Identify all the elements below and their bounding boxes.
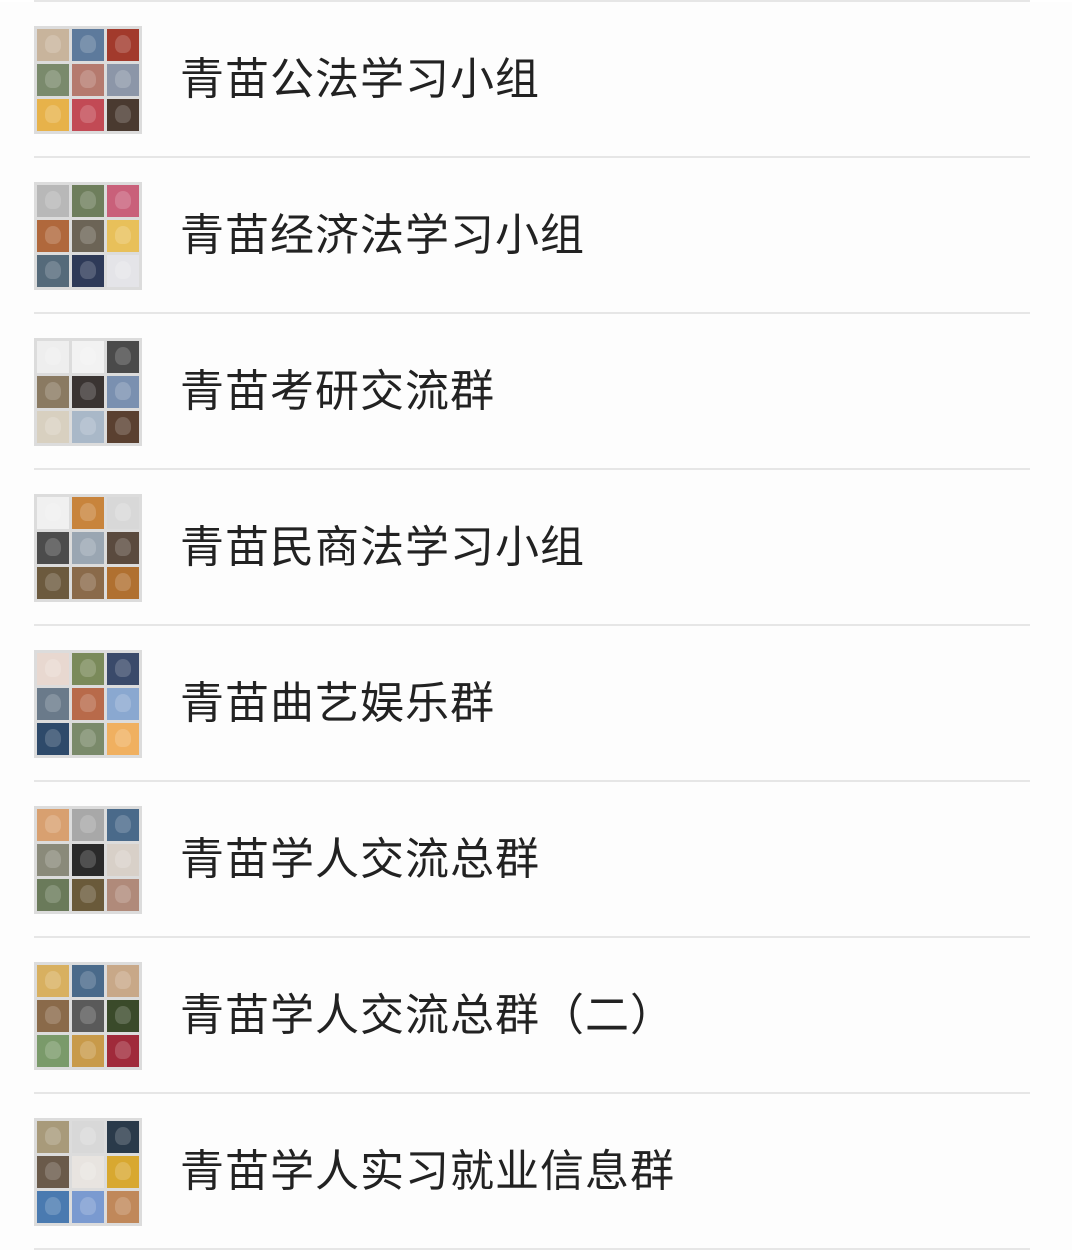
member-avatar-tile (37, 341, 69, 373)
member-avatar-tile (37, 64, 69, 96)
member-avatar-tile (37, 688, 69, 720)
member-avatar-tile (72, 411, 104, 443)
member-avatar-tile (72, 1156, 104, 1188)
group-chat-row[interactable]: 青苗学人交流总群 (0, 782, 1072, 938)
member-avatar-tile (37, 844, 69, 876)
member-avatar-tile (37, 376, 69, 408)
member-avatar-tile (107, 532, 139, 564)
group-chat-row[interactable]: 青苗考研交流群 (0, 314, 1072, 470)
member-avatar-tile (107, 29, 139, 61)
member-avatar-tile (37, 1035, 69, 1067)
member-avatar-tile (72, 376, 104, 408)
member-avatar-tile (37, 723, 69, 755)
member-avatar-tile (37, 29, 69, 61)
member-avatar-tile (72, 723, 104, 755)
member-avatar-tile (72, 532, 104, 564)
group-name: 青苗考研交流群 (180, 365, 495, 417)
group-name: 青苗公法学习小组 (180, 53, 540, 105)
member-avatar-tile (107, 255, 139, 287)
group-avatar-icon (34, 494, 142, 602)
member-avatar-tile (37, 220, 69, 252)
member-avatar-tile (107, 1191, 139, 1223)
member-avatar-tile (72, 220, 104, 252)
member-avatar-tile (37, 532, 69, 564)
member-avatar-tile (107, 64, 139, 96)
group-chat-row[interactable]: 青苗曲艺娱乐群 (0, 626, 1072, 782)
member-avatar-tile (72, 99, 104, 131)
member-avatar-tile (72, 29, 104, 61)
member-avatar-tile (37, 411, 69, 443)
group-avatar-icon (34, 1118, 142, 1226)
group-name: 青苗学人交流总群（二） (180, 989, 675, 1041)
member-avatar-tile (72, 1000, 104, 1032)
member-avatar-tile (72, 1191, 104, 1223)
group-name: 青苗曲艺娱乐群 (180, 677, 495, 729)
group-avatar-icon (34, 806, 142, 914)
member-avatar-tile (37, 497, 69, 529)
group-chat-row[interactable]: 青苗民商法学习小组 (0, 470, 1072, 626)
group-avatar-icon (34, 26, 142, 134)
member-avatar-tile (37, 965, 69, 997)
group-name: 青苗民商法学习小组 (180, 521, 585, 573)
member-avatar-tile (107, 376, 139, 408)
group-avatar-icon (34, 338, 142, 446)
member-avatar-tile (37, 99, 69, 131)
member-avatar-tile (72, 64, 104, 96)
group-chat-list: 青苗公法学习小组 青苗经济法学习小组 青苗考研交流群青苗民商法学习小组 青苗曲艺娱乐群… (0, 0, 1072, 1250)
member-avatar-tile (107, 653, 139, 685)
member-avatar-tile (72, 341, 104, 373)
member-avatar-tile (37, 567, 69, 599)
group-chat-row[interactable]: 青苗学人实习就业信息群 (0, 1094, 1072, 1250)
member-avatar-tile (72, 965, 104, 997)
member-avatar-tile (72, 1121, 104, 1153)
member-avatar-tile (72, 567, 104, 599)
member-avatar-tile (72, 1035, 104, 1067)
group-chat-row[interactable]: 青苗经济法学习小组 (0, 158, 1072, 314)
member-avatar-tile (37, 185, 69, 217)
group-name: 青苗学人交流总群 (180, 833, 540, 885)
member-avatar-tile (107, 220, 139, 252)
member-avatar-tile (37, 1156, 69, 1188)
member-avatar-tile (107, 723, 139, 755)
group-chat-row[interactable]: 青苗学人交流总群（二） (0, 938, 1072, 1094)
group-avatar-icon (34, 962, 142, 1070)
group-chat-row[interactable]: 青苗公法学习小组 (0, 2, 1072, 158)
member-avatar-tile (72, 653, 104, 685)
member-avatar-tile (107, 688, 139, 720)
member-avatar-tile (107, 497, 139, 529)
member-avatar-tile (37, 1121, 69, 1153)
member-avatar-tile (107, 1121, 139, 1153)
member-avatar-tile (37, 1191, 69, 1223)
member-avatar-tile (37, 653, 69, 685)
group-name: 青苗学人实习就业信息群 (180, 1145, 675, 1197)
member-avatar-tile (37, 1000, 69, 1032)
member-avatar-tile (37, 255, 69, 287)
member-avatar-tile (107, 341, 139, 373)
member-avatar-tile (72, 255, 104, 287)
member-avatar-tile (72, 844, 104, 876)
member-avatar-tile (107, 844, 139, 876)
member-avatar-tile (107, 411, 139, 443)
member-avatar-tile (107, 1156, 139, 1188)
member-avatar-tile (107, 99, 139, 131)
member-avatar-tile (107, 1000, 139, 1032)
member-avatar-tile (107, 567, 139, 599)
member-avatar-tile (107, 965, 139, 997)
group-name: 青苗经济法学习小组 (180, 209, 585, 261)
member-avatar-tile (37, 809, 69, 841)
member-avatar-tile (107, 809, 139, 841)
member-avatar-tile (107, 1035, 139, 1067)
member-avatar-tile (72, 185, 104, 217)
member-avatar-tile (37, 879, 69, 911)
group-avatar-icon (34, 182, 142, 290)
group-avatar-icon (34, 650, 142, 758)
member-avatar-tile (72, 809, 104, 841)
member-avatar-tile (72, 879, 104, 911)
member-avatar-tile (107, 879, 139, 911)
member-avatar-tile (107, 185, 139, 217)
member-avatar-tile (72, 688, 104, 720)
member-avatar-tile (72, 497, 104, 529)
